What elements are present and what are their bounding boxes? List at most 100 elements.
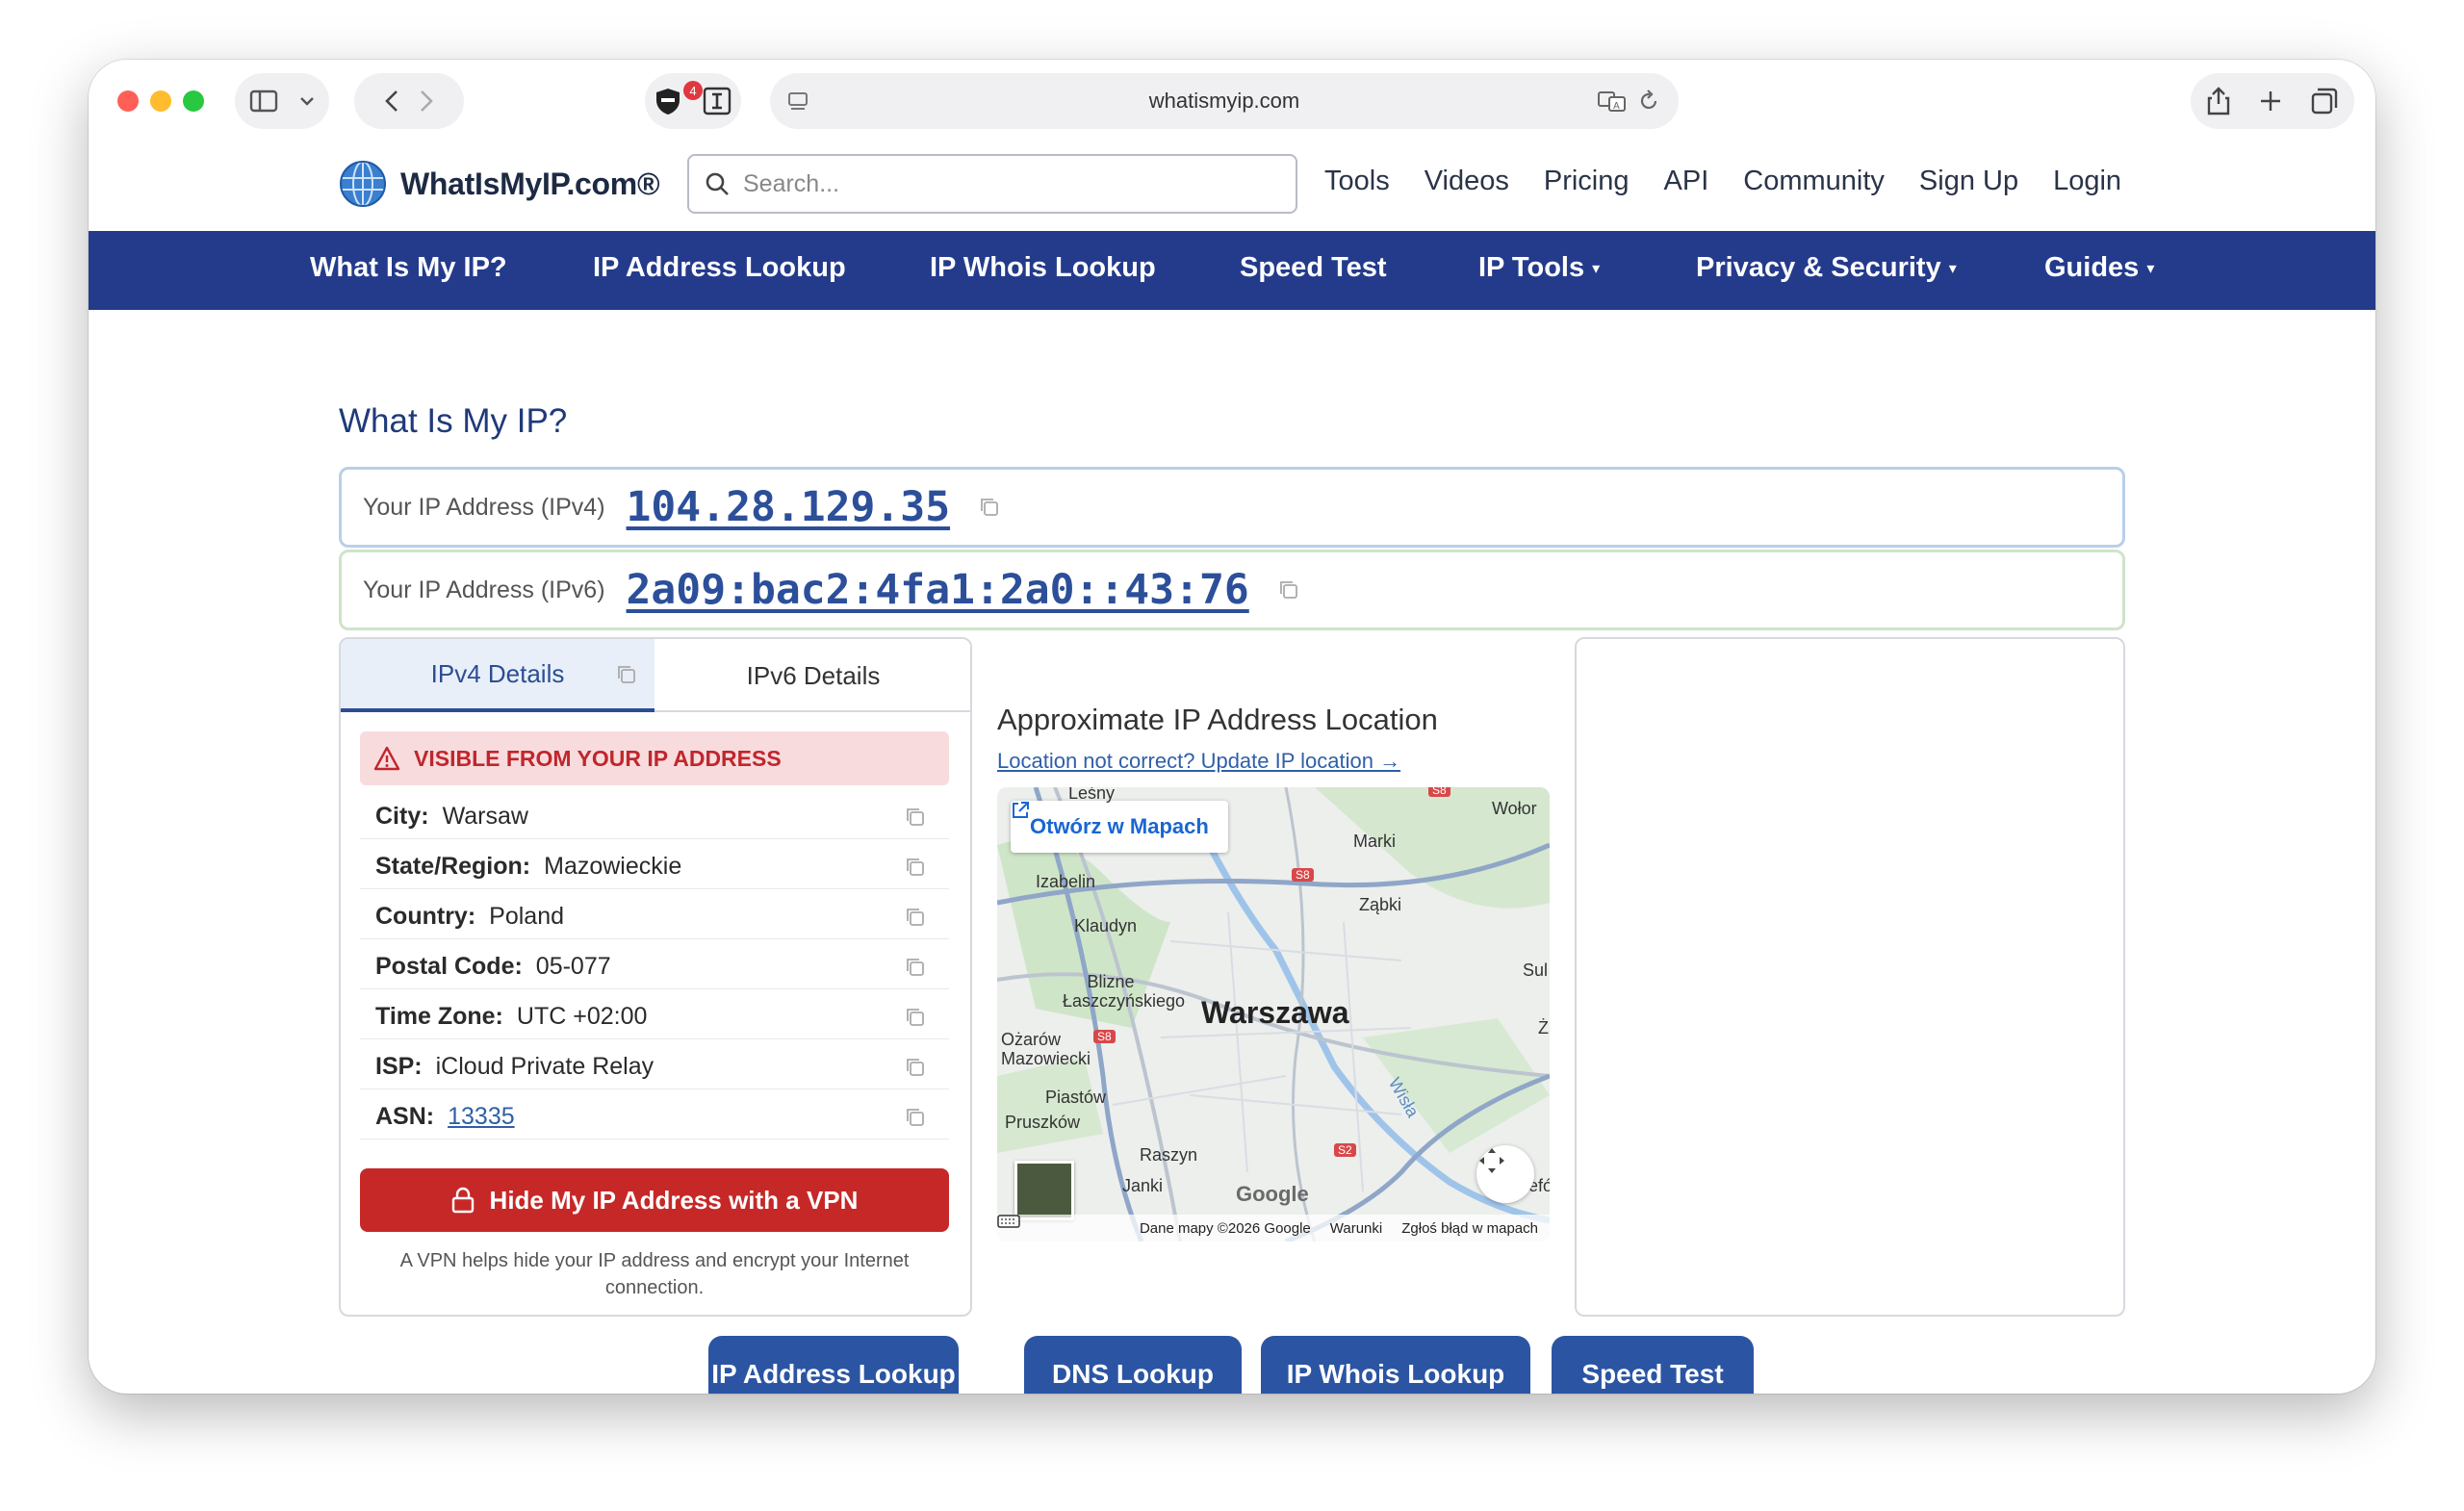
url-text: whatismyip.com [1148, 89, 1300, 113]
ipv4-address[interactable]: 104.28.129.35 [627, 483, 951, 531]
page-menu-icon[interactable] [787, 91, 808, 113]
road-badge: S8 [1292, 868, 1314, 882]
privacy-extension-button[interactable]: 4 [654, 81, 703, 115]
copy-icon[interactable] [905, 807, 926, 828]
site-logo[interactable]: WhatIsMyIP.com® [339, 160, 660, 208]
browser-toolbar: 4 whatismyip.com A [89, 60, 2375, 137]
shield-icon [656, 89, 680, 115]
copy-icon[interactable] [905, 1107, 926, 1128]
close-window-button[interactable] [117, 90, 139, 112]
copy-icon[interactable] [905, 857, 926, 878]
caret-down-icon: ▾ [1948, 261, 1957, 278]
open-in-maps-button[interactable]: Otwórz w Mapach [1011, 801, 1228, 853]
top-link-videos[interactable]: Videos [1424, 166, 1509, 197]
caret-down-icon: ▾ [1592, 261, 1601, 278]
top-link-sign-up[interactable]: Sign Up [1919, 166, 2018, 197]
keyboard-icon[interactable] [997, 1215, 1020, 1228]
copy-icon[interactable] [905, 907, 926, 928]
address-bar[interactable]: whatismyip.com A [770, 73, 1679, 129]
ipv6-address[interactable]: 2a09:bac2:4fa1:2a0::43:76 [627, 566, 1249, 614]
expand-icon [1479, 1148, 1504, 1173]
map-place-label: Sul [1523, 960, 1549, 980]
search-icon [706, 172, 729, 195]
asn-link[interactable]: 13335 [448, 1103, 515, 1131]
ip-whois-lookup-button[interactable]: IP Whois Lookup [1261, 1336, 1530, 1394]
site-search[interactable] [687, 154, 1297, 214]
copy-icon[interactable] [905, 957, 926, 978]
top-link-login[interactable]: Login [2053, 166, 2121, 197]
map-footer: Dane mapy ©2026 Google Warunki Zgłoś błą… [997, 1215, 1550, 1242]
extensions-group: 4 [645, 73, 741, 129]
ipv4-label: Your IP Address (IPv4) [363, 493, 605, 521]
map-place-label: Pruszków [1005, 1113, 1081, 1132]
copy-icon[interactable] [979, 497, 1000, 518]
alert-text: VISIBLE FROM YOUR IP ADDRESS [414, 745, 782, 771]
map-city-label: Warszawa [1201, 995, 1349, 1030]
ip-details-card: IPv4 Details IPv6 Details VISIBLE FROM Y… [339, 637, 972, 1317]
info-row-state-region: State/Region: Mazowieckie [360, 845, 949, 889]
ipv4-row: Your IP Address (IPv4) 104.28.129.35 [339, 467, 2125, 548]
info-row-time-zone: Time Zone: UTC +02:00 [360, 995, 949, 1039]
tab-overview-icon[interactable] [2311, 88, 2338, 115]
reload-icon[interactable] [1638, 90, 1659, 113]
minimize-window-button[interactable] [150, 90, 171, 112]
nav-speed-test[interactable]: Speed Test [1240, 252, 1387, 284]
ip-address-lookup-button[interactable]: IP Address Lookup [708, 1336, 959, 1394]
map-place-label: Ożarów Mazowiecki [1001, 1030, 1091, 1068]
copy-icon[interactable] [1278, 579, 1299, 601]
new-tab-icon[interactable] [2259, 90, 2282, 113]
back-icon[interactable] [385, 90, 398, 113]
details-tabs: IPv4 Details IPv6 Details [341, 639, 970, 712]
update-location-link[interactable]: Location not correct? Update IP location… [997, 749, 1400, 774]
top-links: Tools Videos Pricing API Community Sign … [1324, 166, 2121, 197]
share-icon[interactable] [2207, 87, 2230, 115]
top-link-tools[interactable]: Tools [1324, 166, 1390, 197]
copy-icon[interactable] [905, 1007, 926, 1028]
chevron-down-icon[interactable] [299, 96, 315, 106]
nav-what-is-my-ip[interactable]: What Is My IP? [310, 252, 507, 284]
sidebar-toggle-button[interactable] [235, 73, 329, 129]
map-fullscreen-button[interactable] [1476, 1145, 1534, 1203]
map-report-link[interactable]: Zgłoś błąd w mapach [1401, 1220, 1538, 1237]
nav-privacy-security[interactable]: Privacy & Security ▾ [1696, 252, 1957, 284]
map-place-label: Ż [1538, 1018, 1549, 1037]
nav-ip-tools[interactable]: IP Tools ▾ [1478, 252, 1600, 284]
info-row-city: City: Warsaw [360, 795, 949, 839]
top-link-api[interactable]: API [1664, 166, 1709, 197]
translate-icon[interactable]: A [1598, 90, 1627, 113]
road-badge: S8 [1428, 787, 1450, 797]
tab-ipv4-details[interactable]: IPv4 Details [341, 639, 654, 712]
sidebar-icon [249, 90, 278, 113]
copy-icon[interactable] [905, 1057, 926, 1078]
copy-icon[interactable] [616, 664, 637, 685]
reader-extension-icon[interactable] [703, 87, 732, 115]
map-place-label: Blizne Łaszczyńskiego [1063, 972, 1186, 1011]
ipv6-row: Your IP Address (IPv6) 2a09:bac2:4fa1:2a… [339, 550, 2125, 630]
speed-test-button[interactable]: Speed Test [1552, 1336, 1754, 1394]
search-input[interactable] [743, 169, 1263, 198]
location-map[interactable]: Otwórz w Mapach Leśny Wołor Marki Izabel… [997, 787, 1550, 1242]
nav-ip-address-lookup[interactable]: IP Address Lookup [593, 252, 846, 284]
forward-icon[interactable] [420, 90, 433, 113]
page-title: What Is My IP? [339, 402, 568, 440]
top-link-community[interactable]: Community [1743, 166, 1885, 197]
map-place-label: Janki [1122, 1176, 1164, 1195]
tab-ipv6-details[interactable]: IPv6 Details [654, 639, 970, 712]
map-terms-link[interactable]: Warunki [1330, 1220, 1382, 1237]
lock-icon [451, 1187, 474, 1214]
svg-text:A: A [1613, 101, 1620, 112]
nav-ip-whois-lookup[interactable]: IP Whois Lookup [930, 252, 1156, 284]
info-row-isp: ISP: iCloud Private Relay [360, 1045, 949, 1089]
map-place-label: Klaudyn [1074, 916, 1138, 935]
globe-logo-icon [340, 161, 386, 207]
map-title: Approximate IP Address Location [997, 703, 1438, 736]
nav-guides[interactable]: Guides ▾ [2044, 252, 2154, 284]
top-link-pricing[interactable]: Pricing [1544, 166, 1630, 197]
logo-text: WhatIsMyIP.com® [400, 166, 660, 201]
zoom-window-button[interactable] [183, 90, 204, 112]
satellite-layer-toggle[interactable] [1014, 1161, 1074, 1220]
road-badge: S8 [1093, 1030, 1116, 1043]
site-header: WhatIsMyIP.com® Tools Videos Pricing API… [89, 137, 2375, 231]
hide-ip-vpn-button[interactable]: Hide My IP Address with a VPN [360, 1168, 949, 1232]
dns-lookup-button[interactable]: DNS Lookup [1024, 1336, 1242, 1394]
